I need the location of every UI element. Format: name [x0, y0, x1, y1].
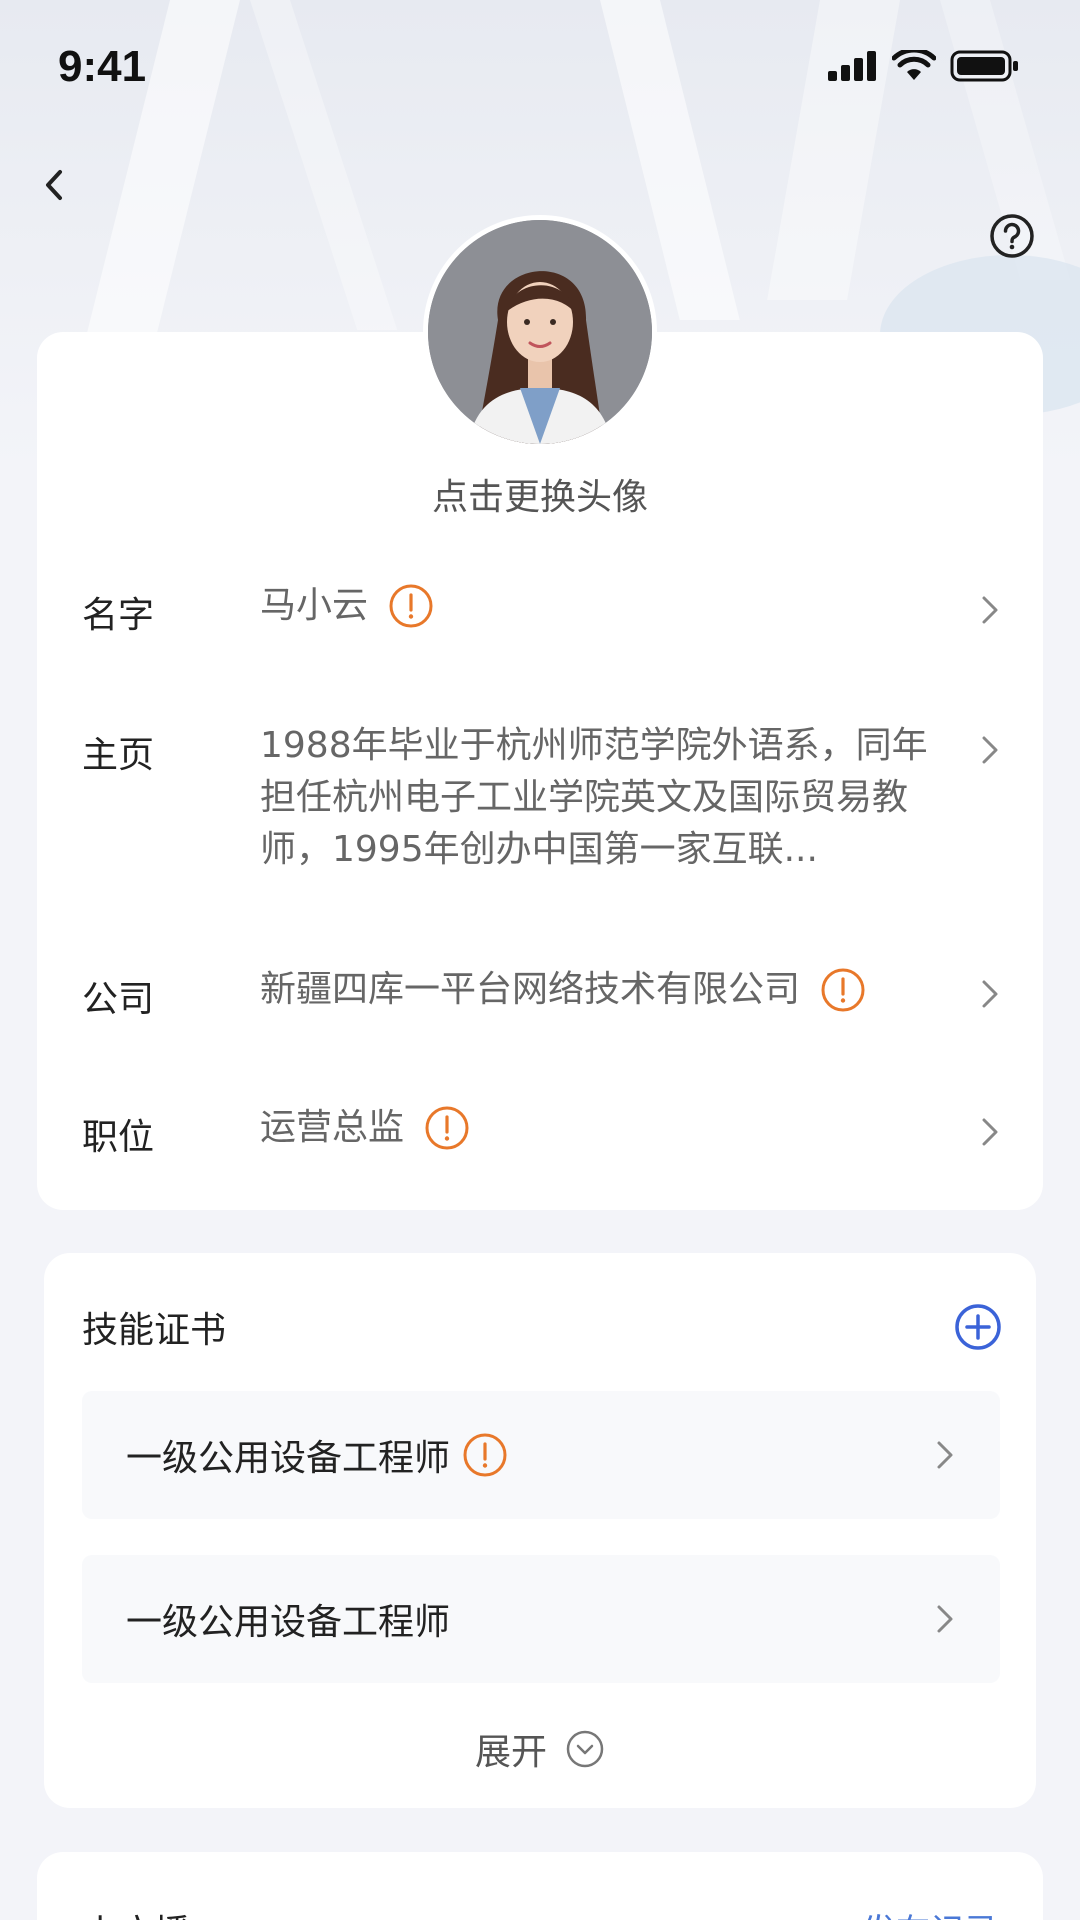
certificate-name-row: 一级公用设备工程师	[126, 1555, 450, 1683]
profile-row-company[interactable]: 公司 新疆四库一平台网络技术有限公司	[37, 950, 1043, 1060]
row-value: 新疆四库一平台网络技术有限公司	[260, 964, 866, 1016]
certificate-item[interactable]: 一级公用设备工程师	[82, 1555, 1000, 1683]
chevron-right-icon	[982, 980, 998, 1008]
chevron-right-icon	[937, 1441, 953, 1469]
profile-row-position[interactable]: 职位 运营总监	[37, 1088, 1043, 1198]
row-value: 运营总监	[260, 1102, 470, 1154]
certificate-name: 一级公用设备工程师	[126, 1602, 451, 1643]
row-value: 马小云	[260, 580, 434, 632]
section-title: 小广播	[82, 1904, 190, 1920]
status-time: 9:41	[58, 42, 147, 91]
chevron-left-icon	[46, 170, 62, 200]
battery-icon	[950, 50, 1018, 82]
help-icon	[990, 214, 1034, 258]
warning-icon	[463, 1433, 507, 1477]
status-bar: 9:41	[0, 0, 1080, 140]
name-value: 马小云	[260, 585, 369, 626]
wifi-icon	[892, 50, 936, 80]
row-label: 名字	[82, 595, 155, 636]
avatar[interactable]	[423, 215, 657, 449]
warning-icon	[425, 1106, 469, 1150]
expand-button[interactable]: 展开	[44, 1723, 1036, 1775]
certificate-item[interactable]: 一级公用设备工程师	[82, 1391, 1000, 1519]
row-label: 职位	[82, 1117, 155, 1158]
chevron-right-icon	[937, 1605, 953, 1633]
chevron-down-circle-icon	[566, 1730, 604, 1768]
chevron-right-icon	[982, 736, 998, 764]
position-value: 运营总监	[260, 1107, 405, 1148]
homepage-value: 1988年毕业于杭州师范学院外语系，同年担任杭州电子工业学院英文及国际贸易教师，…	[260, 725, 928, 870]
section-title: 技能证书	[82, 1310, 227, 1351]
chevron-right-icon	[982, 596, 998, 624]
change-avatar-hint[interactable]: 点击更换头像	[0, 468, 1080, 520]
row-label: 主页	[82, 735, 155, 776]
warning-icon	[821, 968, 865, 1012]
cellular-signal-icon	[828, 51, 876, 81]
plus-circle-icon	[955, 1304, 1001, 1350]
warning-icon	[389, 584, 433, 628]
broadcast-card: 小广播 发布记录	[37, 1852, 1043, 1920]
add-certificate-button[interactable]	[954, 1303, 1002, 1351]
avatar-portrait	[428, 220, 652, 444]
chevron-right-icon	[982, 1118, 998, 1146]
back-button[interactable]	[30, 160, 80, 210]
profile-row-name[interactable]: 名字 马小云	[37, 564, 1043, 674]
profile-card: 名字 马小云 主页 1988年毕业于杭州师范学院外语系，同年担任杭州电子工业学院…	[37, 332, 1043, 1210]
certificate-name-row: 一级公用设备工程师	[126, 1391, 508, 1519]
publish-history-link[interactable]: 发布记录	[862, 1904, 998, 1920]
company-value: 新疆四库一平台网络技术有限公司	[260, 969, 801, 1010]
profile-row-homepage[interactable]: 主页 1988年毕业于杭州师范学院外语系，同年担任杭州电子工业学院英文及国际贸易…	[37, 702, 1043, 882]
row-label: 公司	[82, 979, 155, 1020]
status-icons	[828, 50, 1020, 82]
help-button[interactable]	[988, 212, 1036, 260]
expand-label: 展开	[474, 1732, 547, 1773]
certificate-name: 一级公用设备工程师	[126, 1438, 451, 1479]
certificates-card: 技能证书 一级公用设备工程师 一级公用设备工程师 展开	[44, 1253, 1036, 1808]
